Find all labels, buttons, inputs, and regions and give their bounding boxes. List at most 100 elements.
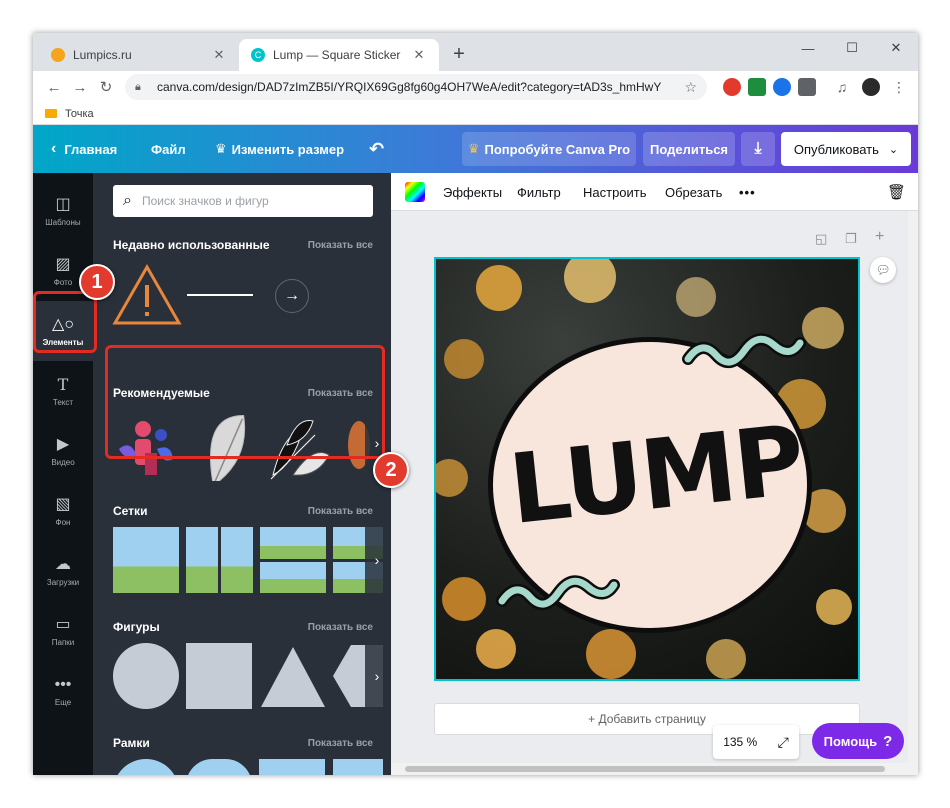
section-title: Рамки [113, 736, 150, 750]
crown-icon: ♛ [215, 141, 227, 156]
bookmarks-bar: Точка [33, 103, 918, 125]
chevron-left-icon: ‹ [51, 140, 57, 157]
show-all-link[interactable]: Показать все [308, 506, 373, 517]
chevron-right-icon[interactable]: › [365, 527, 389, 593]
chevron-right-icon[interactable]: › [365, 643, 389, 709]
more-options-icon[interactable]: ••• [739, 173, 756, 211]
bookmark-item[interactable]: Точка [65, 108, 94, 120]
squiggle-decoration[interactable] [682, 329, 806, 369]
address-bar[interactable]: 🔒︎ canva.com/design/DAD7zImZB5I/YRQIX69G… [125, 74, 707, 100]
maximize-icon[interactable]: ☐ [830, 33, 874, 63]
frame-thumbnail[interactable] [333, 759, 383, 775]
circle-frame[interactable] [113, 759, 179, 775]
grid-thumbnail[interactable] [260, 527, 326, 559]
share-button[interactable]: Поделиться [643, 132, 735, 166]
search-input[interactable]: ⌕ Поиск значков и фигур [113, 185, 373, 217]
window-close-icon[interactable]: ✕ [874, 33, 918, 63]
trash-icon[interactable]: 🗑︎ [887, 173, 906, 211]
try-pro-button[interactable]: ♛ Попробуйте Canva Pro [462, 132, 636, 166]
file-label: Файл [151, 141, 186, 157]
grid-thumbnail[interactable] [113, 527, 179, 593]
rail-item-text[interactable]: T Текст [33, 361, 93, 421]
effects-button[interactable]: Эффекты [443, 173, 502, 211]
adjust-button[interactable]: Настроить [583, 173, 647, 211]
editor-area: Эффекты Фильтр Настроить Обрезать ••• 🗑︎… [391, 173, 918, 775]
triangle-shape[interactable] [259, 643, 327, 709]
scrollbar-thumb[interactable] [405, 766, 885, 772]
circle-shape[interactable] [113, 643, 179, 709]
square-shape[interactable] [186, 643, 252, 709]
extension-icon[interactable] [723, 78, 741, 96]
crop-button[interactable]: Обрезать [665, 173, 722, 211]
resize-button[interactable]: ♛ Изменить размер [215, 125, 344, 173]
line-element[interactable] [187, 294, 253, 296]
download-icon[interactable]: ⤓ [741, 132, 775, 166]
show-all-link[interactable]: Показать все [308, 738, 373, 749]
text-icon: T [57, 374, 69, 394]
rail-item-folders[interactable]: ▭ Папки [33, 601, 93, 661]
grid-thumbnail[interactable] [221, 527, 253, 593]
chevron-down-icon: ⌄ [888, 143, 899, 156]
search-icon: ⌕ [123, 192, 132, 209]
filter-button[interactable]: Фильтр [517, 173, 561, 211]
publish-button[interactable]: Опубликовать ⌄ [781, 132, 911, 166]
close-icon[interactable]: ✕ [411, 47, 427, 63]
tab-lumpics[interactable]: Lumpics.ru ✕ [39, 39, 239, 71]
globe-extension-icon[interactable] [773, 78, 791, 96]
rail-item-video[interactable]: ▶ Видео [33, 421, 93, 481]
squiggle-decoration[interactable] [496, 571, 620, 611]
arrow-right-icon[interactable]: → [275, 279, 309, 313]
rail-item-more[interactable]: ••• Еще [33, 661, 93, 721]
show-all-link[interactable]: Показать все [308, 622, 373, 633]
note-icon[interactable]: ◱ [815, 231, 827, 247]
back-icon[interactable]: ← [41, 79, 67, 96]
photo-icon: ▨ [55, 255, 71, 273]
horizontal-scrollbar[interactable] [391, 763, 918, 775]
home-button[interactable]: ‹ Главная [51, 125, 117, 173]
section-title: Недавно использованные [113, 238, 270, 252]
left-rail: ◫ Шаблоны ▨ Фото △○ Элементы T Текст ▶ В… [33, 173, 93, 775]
rail-label: Видео [51, 457, 75, 467]
grid-thumbnail[interactable] [260, 562, 326, 593]
effects-label: Эффекты [443, 184, 503, 200]
undo-icon[interactable]: ↶ [369, 125, 384, 173]
profile-avatar[interactable] [862, 78, 880, 96]
grid-thumbnail[interactable] [186, 527, 218, 593]
help-button[interactable]: Помощь ? [812, 723, 904, 759]
copy-icon[interactable]: ❐ [845, 231, 857, 247]
cube-extension-icon[interactable] [798, 78, 816, 96]
design-canvas[interactable]: LUMP [434, 257, 860, 681]
url-text: canva.com/design/DAD7zImZB5I/YRQIX69Gg8f… [157, 80, 662, 94]
annotation-badge: 2 [373, 452, 409, 488]
browser-menu-icon[interactable]: ⋮ [890, 78, 908, 96]
canva-header: ‹ Главная Файл ♛ Изменить размер ↶ ♛ Поп… [33, 125, 918, 173]
forward-icon[interactable]: → [67, 79, 93, 96]
color-swatch-icon[interactable] [405, 173, 425, 211]
section-recent: Недавно использованные Показать все [113, 237, 373, 253]
comment-icon[interactable]: 💬︎ [870, 257, 896, 283]
warning-icon[interactable] [111, 263, 183, 327]
rail-label: Шаблоны [45, 217, 81, 227]
rail-item-uploads[interactable]: ☁ Загрузки [33, 541, 93, 601]
new-tab-icon[interactable]: + [447, 43, 471, 66]
reload-icon[interactable]: ↻ [93, 78, 119, 96]
zoom-control[interactable]: 135 % ⤢ [713, 725, 799, 759]
tab-canva[interactable]: C Lump — Square Sticker ✕ [239, 39, 439, 71]
tab-title: Lump — Square Sticker [273, 48, 401, 62]
add-icon[interactable]: + [875, 228, 884, 246]
minimize-icon[interactable]: — [786, 33, 830, 63]
search-placeholder: Поиск значков и фигур [141, 194, 269, 208]
show-all-link[interactable]: Показать все [308, 240, 373, 251]
flower-frame[interactable] [186, 759, 252, 775]
file-menu[interactable]: Файл [151, 125, 186, 173]
fullscreen-icon[interactable]: ⤢ [778, 734, 789, 751]
rail-item-templates[interactable]: ◫ Шаблоны [33, 181, 93, 241]
media-control-icon[interactable]: ♫ [833, 78, 851, 96]
bookmark-star-icon[interactable]: ☆ [684, 79, 697, 96]
vertical-scrollbar[interactable] [908, 211, 918, 763]
checkmark-extension-icon[interactable] [748, 78, 766, 96]
square-frame[interactable] [259, 759, 325, 775]
close-icon[interactable]: ✕ [211, 47, 227, 63]
crown-icon: ♛ [467, 141, 480, 156]
rail-item-background[interactable]: ▧ Фон [33, 481, 93, 541]
